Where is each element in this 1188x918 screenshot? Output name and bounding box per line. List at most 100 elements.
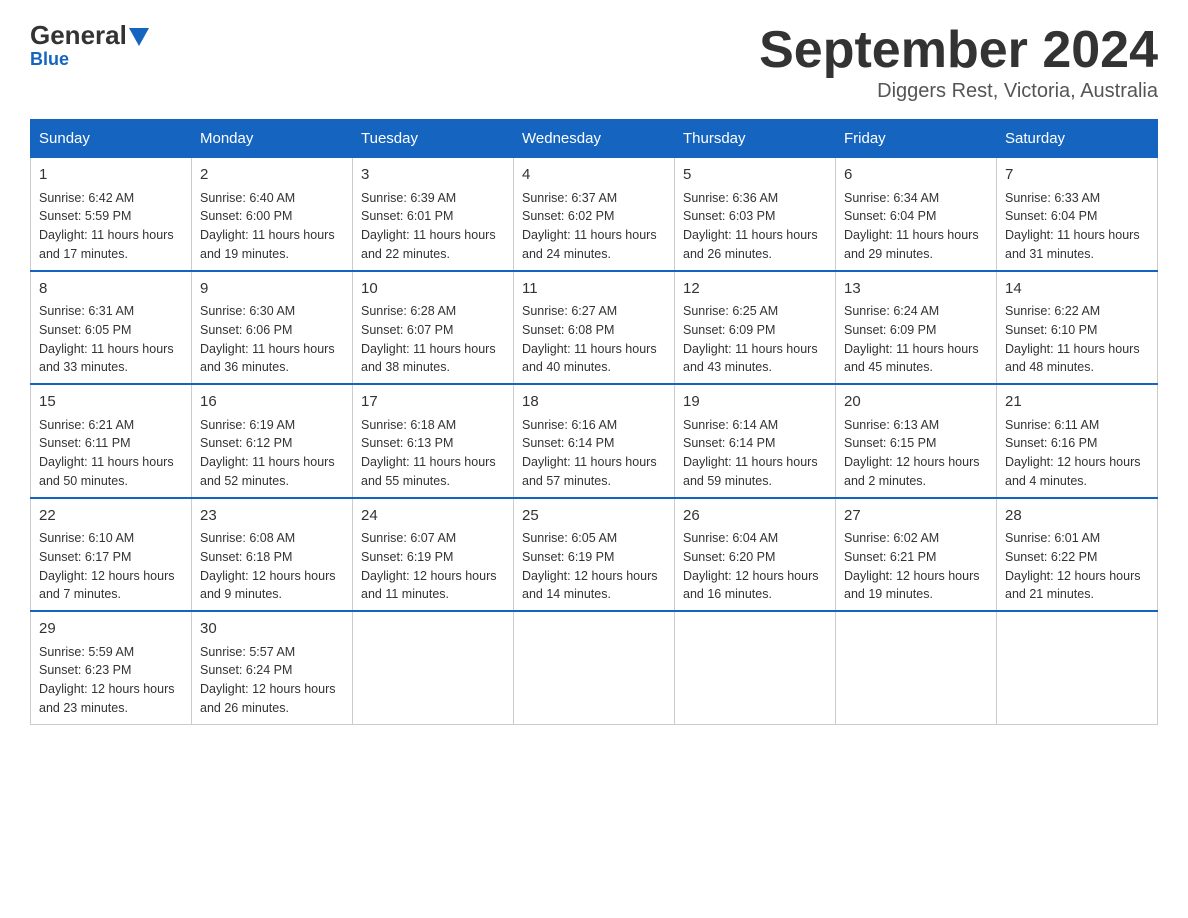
day-sunrise: Sunrise: 6:01 AM (1005, 531, 1100, 545)
day-daylight: Daylight: 11 hours hours (844, 342, 979, 356)
day-sunrise: Sunrise: 6:13 AM (844, 418, 939, 432)
day-number: 17 (361, 391, 505, 414)
day-number: 6 (844, 164, 988, 187)
day-sunset: Sunset: 6:24 PM (200, 663, 292, 677)
logo-blue-text: Blue (30, 49, 69, 70)
table-row: 13 Sunrise: 6:24 AM Sunset: 6:09 PM Dayl… (836, 271, 997, 385)
day-daylight-minutes: and 22 minutes. (361, 247, 450, 261)
day-sunset: Sunset: 6:17 PM (39, 550, 131, 564)
day-sunset: Sunset: 6:11 PM (39, 436, 131, 450)
calendar-title: September 2024 (759, 20, 1158, 80)
day-number: 9 (200, 278, 344, 301)
calendar-week-row: 22 Sunrise: 6:10 AM Sunset: 6:17 PM Dayl… (31, 498, 1158, 612)
day-sunrise: Sunrise: 6:24 AM (844, 304, 939, 318)
table-row: 15 Sunrise: 6:21 AM Sunset: 6:11 PM Dayl… (31, 384, 192, 498)
day-daylight: Daylight: 12 hours hours (844, 569, 980, 583)
day-number: 5 (683, 164, 827, 187)
day-number: 19 (683, 391, 827, 414)
table-row: 4 Sunrise: 6:37 AM Sunset: 6:02 PM Dayli… (514, 158, 675, 271)
day-daylight-minutes: and 50 minutes. (39, 474, 128, 488)
day-sunset: Sunset: 6:19 PM (361, 550, 453, 564)
header-saturday: Saturday (997, 120, 1158, 158)
day-daylight-minutes: and 40 minutes. (522, 360, 611, 374)
day-daylight-minutes: and 16 minutes. (683, 587, 772, 601)
day-sunset: Sunset: 6:09 PM (683, 323, 775, 337)
day-daylight: Daylight: 11 hours hours (200, 455, 335, 469)
day-number: 22 (39, 505, 183, 528)
day-sunrise: Sunrise: 6:08 AM (200, 531, 295, 545)
day-number: 10 (361, 278, 505, 301)
day-daylight: Daylight: 11 hours hours (361, 455, 496, 469)
day-sunrise: Sunrise: 6:34 AM (844, 191, 939, 205)
day-sunrise: Sunrise: 6:10 AM (39, 531, 134, 545)
table-row (836, 611, 997, 724)
day-daylight: Daylight: 11 hours hours (200, 342, 335, 356)
day-sunset: Sunset: 6:14 PM (683, 436, 775, 450)
day-daylight-minutes: and 52 minutes. (200, 474, 289, 488)
day-daylight: Daylight: 11 hours hours (39, 455, 174, 469)
day-sunset: Sunset: 6:15 PM (844, 436, 936, 450)
day-daylight-minutes: and 43 minutes. (683, 360, 772, 374)
day-sunset: Sunset: 6:08 PM (522, 323, 614, 337)
day-sunset: Sunset: 6:22 PM (1005, 550, 1097, 564)
header-monday: Monday (192, 120, 353, 158)
table-row: 26 Sunrise: 6:04 AM Sunset: 6:20 PM Dayl… (675, 498, 836, 612)
table-row: 16 Sunrise: 6:19 AM Sunset: 6:12 PM Dayl… (192, 384, 353, 498)
day-number: 27 (844, 505, 988, 528)
day-sunrise: Sunrise: 6:22 AM (1005, 304, 1100, 318)
day-daylight: Daylight: 11 hours hours (200, 228, 335, 242)
table-row: 8 Sunrise: 6:31 AM Sunset: 6:05 PM Dayli… (31, 271, 192, 385)
day-sunrise: Sunrise: 6:42 AM (39, 191, 134, 205)
day-daylight: Daylight: 11 hours hours (522, 342, 657, 356)
day-daylight-minutes: and 55 minutes. (361, 474, 450, 488)
header-thursday: Thursday (675, 120, 836, 158)
day-number: 12 (683, 278, 827, 301)
day-sunrise: Sunrise: 5:59 AM (39, 645, 134, 659)
day-sunrise: Sunrise: 6:14 AM (683, 418, 778, 432)
table-row: 24 Sunrise: 6:07 AM Sunset: 6:19 PM Dayl… (353, 498, 514, 612)
day-daylight-minutes: and 7 minutes. (39, 587, 121, 601)
day-number: 23 (200, 505, 344, 528)
table-row: 23 Sunrise: 6:08 AM Sunset: 6:18 PM Dayl… (192, 498, 353, 612)
day-number: 2 (200, 164, 344, 187)
calendar-subtitle: Diggers Rest, Victoria, Australia (759, 80, 1158, 103)
day-sunrise: Sunrise: 6:27 AM (522, 304, 617, 318)
day-daylight-minutes: and 48 minutes. (1005, 360, 1094, 374)
day-daylight-minutes: and 11 minutes. (361, 587, 449, 601)
table-row: 27 Sunrise: 6:02 AM Sunset: 6:21 PM Dayl… (836, 498, 997, 612)
day-daylight: Daylight: 12 hours hours (361, 569, 497, 583)
day-sunrise: Sunrise: 6:25 AM (683, 304, 778, 318)
day-daylight: Daylight: 11 hours hours (1005, 342, 1140, 356)
day-sunrise: Sunrise: 6:21 AM (39, 418, 134, 432)
day-number: 11 (522, 278, 666, 301)
header-friday: Friday (836, 120, 997, 158)
table-row: 6 Sunrise: 6:34 AM Sunset: 6:04 PM Dayli… (836, 158, 997, 271)
table-row: 17 Sunrise: 6:18 AM Sunset: 6:13 PM Dayl… (353, 384, 514, 498)
header-wednesday: Wednesday (514, 120, 675, 158)
day-sunset: Sunset: 6:00 PM (200, 209, 292, 223)
table-row: 28 Sunrise: 6:01 AM Sunset: 6:22 PM Dayl… (997, 498, 1158, 612)
day-daylight-minutes: and 33 minutes. (39, 360, 128, 374)
day-sunset: Sunset: 6:09 PM (844, 323, 936, 337)
day-sunset: Sunset: 6:01 PM (361, 209, 453, 223)
day-daylight: Daylight: 11 hours hours (39, 342, 174, 356)
day-number: 25 (522, 505, 666, 528)
day-number: 30 (200, 618, 344, 641)
day-daylight: Daylight: 11 hours hours (683, 455, 818, 469)
day-daylight: Daylight: 11 hours hours (361, 228, 496, 242)
day-daylight-minutes: and 45 minutes. (844, 360, 933, 374)
day-number: 15 (39, 391, 183, 414)
calendar-week-row: 1 Sunrise: 6:42 AM Sunset: 5:59 PM Dayli… (31, 158, 1158, 271)
day-sunrise: Sunrise: 6:40 AM (200, 191, 295, 205)
day-sunrise: Sunrise: 6:36 AM (683, 191, 778, 205)
table-row: 9 Sunrise: 6:30 AM Sunset: 6:06 PM Dayli… (192, 271, 353, 385)
table-row (353, 611, 514, 724)
title-section: September 2024 Diggers Rest, Victoria, A… (759, 20, 1158, 103)
day-number: 20 (844, 391, 988, 414)
day-sunset: Sunset: 6:12 PM (200, 436, 292, 450)
table-row: 7 Sunrise: 6:33 AM Sunset: 6:04 PM Dayli… (997, 158, 1158, 271)
day-daylight: Daylight: 11 hours hours (683, 342, 818, 356)
day-sunrise: Sunrise: 6:28 AM (361, 304, 456, 318)
day-sunset: Sunset: 6:13 PM (361, 436, 453, 450)
day-daylight: Daylight: 11 hours hours (844, 228, 979, 242)
